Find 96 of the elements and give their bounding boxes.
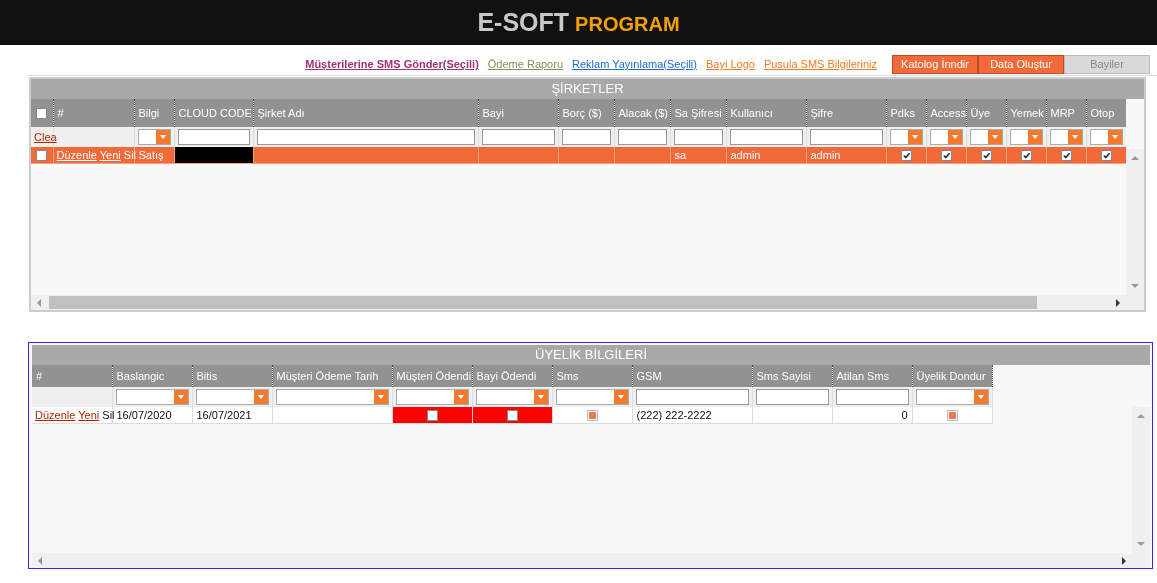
cell-text: Satış	[138, 149, 164, 161]
filter-dropdown[interactable]	[915, 389, 989, 405]
logo-title: E-SOFT	[477, 8, 570, 37]
row-link[interactable]: Düzenle	[56, 149, 97, 161]
column-header[interactable]: #	[53, 99, 134, 127]
filter-dropdown[interactable]	[137, 129, 171, 145]
column-header[interactable]: Access	[926, 99, 966, 127]
column-header[interactable]: Baslangic	[112, 365, 192, 387]
column-header[interactable]: Otop	[1086, 99, 1126, 127]
column-header[interactable]: Alacak ($)	[614, 99, 670, 127]
filter-field[interactable]	[617, 129, 667, 145]
cell-text: 16/07/2021	[196, 409, 252, 421]
column-header[interactable]: Şifre	[806, 99, 886, 127]
checkbox[interactable]	[1100, 150, 1112, 162]
checkbox[interactable]	[36, 108, 48, 120]
horizontal-scrollbar[interactable]	[32, 553, 1150, 568]
status-square	[946, 410, 958, 422]
column-header[interactable]: Pdks	[886, 99, 926, 127]
status-square	[586, 410, 598, 422]
filter-field[interactable]	[256, 129, 475, 145]
filter-field[interactable]	[755, 389, 829, 405]
vertical-scrollbar[interactable]	[1132, 407, 1150, 553]
nav-link[interactable]: Pusula SMS Bilgileriniz	[763, 58, 877, 70]
column-header[interactable]: Kullanıcı	[726, 99, 806, 127]
cell-text: sa	[674, 149, 687, 161]
column-header[interactable]: Borç ($)	[558, 99, 614, 127]
nav-link[interactable]: Ödeme Raporu	[487, 58, 564, 70]
checkbox[interactable]	[940, 150, 952, 162]
column-header[interactable]: #	[32, 365, 112, 387]
column-header[interactable]: Sms Sayisi	[752, 365, 832, 387]
filter-dropdown[interactable]	[969, 129, 1003, 145]
column-header[interactable]: GSM	[632, 365, 752, 387]
checkbox[interactable]	[1020, 150, 1032, 162]
filter-dropdown[interactable]	[115, 389, 189, 405]
cell-text: 16/07/2020	[116, 409, 172, 421]
cell-text: admin	[810, 149, 841, 161]
filter-dropdown[interactable]	[555, 389, 629, 405]
nav-link[interactable]: Müşterilerine SMS Gönder(Seçili)	[305, 58, 479, 70]
filter-dropdown[interactable]	[889, 129, 923, 145]
checkbox[interactable]	[980, 150, 992, 162]
table-row[interactable]: Düzenle Yeni Sil Satış sa admin admin	[31, 147, 1126, 164]
filter-dropdown[interactable]	[275, 389, 389, 405]
grid-title: ŞİRKETLER	[31, 79, 1144, 99]
filter-dropdown[interactable]	[475, 389, 549, 405]
column-header[interactable]: Müşteri Ödeme Tarih	[272, 365, 392, 387]
checkbox[interactable]	[506, 410, 518, 422]
filter-field[interactable]	[729, 129, 803, 145]
filter-dropdown[interactable]	[1009, 129, 1043, 145]
filter-dropdown[interactable]	[1049, 129, 1083, 145]
column-header[interactable]: Bilgi	[134, 99, 174, 127]
column-header[interactable]: Bayi Ödendi	[472, 365, 552, 387]
filter-field[interactable]	[481, 129, 555, 145]
row-link[interactable]: Yeni	[99, 149, 121, 161]
vertical-scrollbar[interactable]	[1126, 149, 1144, 295]
row-link[interactable]: Yeni	[78, 409, 100, 421]
checkbox[interactable]	[900, 150, 912, 162]
column-header[interactable]: Müşteri Ödendi	[392, 365, 472, 387]
cell-text: 0	[901, 409, 908, 421]
cell-text: (222) 222-2222	[636, 409, 712, 421]
logo-subtitle: PROGRAM	[575, 13, 680, 36]
filter-dropdown[interactable]	[195, 389, 269, 405]
filter-field[interactable]	[561, 129, 611, 145]
toolbar-button[interactable]: Katolog İnndir	[892, 54, 978, 74]
table-row[interactable]: Düzenle Yeni Sil 16/07/2020 16/07/2021 (222) 222-2222 0	[32, 407, 992, 424]
checkbox[interactable]	[36, 150, 48, 162]
column-header[interactable]: CLOUD CODE	[174, 99, 253, 127]
delete-link[interactable]: Sil	[102, 409, 115, 421]
filter-field[interactable]	[635, 389, 749, 405]
column-header[interactable]: Bayi	[478, 99, 558, 127]
grid-title: ÜYELİK BİLGİLERİ	[32, 345, 1150, 365]
filter-dropdown[interactable]	[929, 129, 963, 145]
nav-link[interactable]: Reklam Yayınlama(Seçili)	[572, 58, 697, 70]
filter-field[interactable]	[177, 129, 250, 145]
checkbox[interactable]	[1060, 150, 1072, 162]
column-header[interactable]: Sa Şifresi	[670, 99, 726, 127]
column-header[interactable]: Yemek	[1006, 99, 1046, 127]
toolbar-button[interactable]: Data Oluştur	[978, 54, 1064, 74]
row-link[interactable]: Düzenle	[35, 409, 76, 421]
column-header[interactable]: Üyelik Dondur	[912, 365, 992, 387]
column-header[interactable]: Şirket Adı	[253, 99, 478, 127]
column-header[interactable]: MRP	[1046, 99, 1086, 127]
filter-dropdown[interactable]	[395, 389, 469, 405]
filter-field[interactable]	[673, 129, 723, 145]
column-header[interactable]: Üye	[966, 99, 1006, 127]
filter-field[interactable]	[809, 129, 883, 145]
column-header[interactable]: Bitis	[192, 365, 272, 387]
filter-field[interactable]	[835, 389, 909, 405]
column-header[interactable]: Atilan Sms	[832, 365, 912, 387]
horizontal-scrollbar[interactable]	[31, 295, 1144, 310]
delete-link[interactable]: Sil	[123, 149, 137, 161]
column-header[interactable]: Sms	[552, 365, 632, 387]
clear-link[interactable]: Clea	[34, 131, 57, 143]
nav-link[interactable]: Bayi Logo	[705, 58, 755, 70]
checkbox[interactable]	[426, 410, 438, 422]
filter-dropdown[interactable]	[1089, 129, 1123, 145]
cell-text: admin	[730, 149, 761, 161]
